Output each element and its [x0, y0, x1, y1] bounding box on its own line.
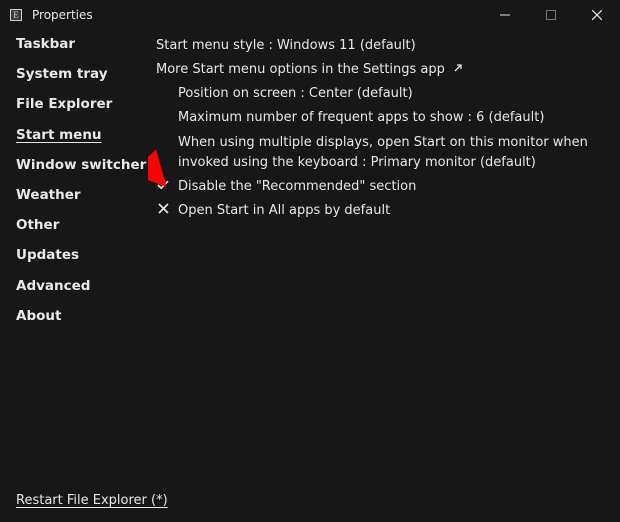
main-area: Taskbar System tray File Explorer Start …	[0, 30, 620, 493]
sidebar-item-label: Updates	[16, 247, 79, 263]
setting-multi-display[interactable]: When using multiple displays, open Start…	[156, 133, 604, 173]
close-button[interactable]	[574, 0, 620, 30]
setting-label: More Start menu options in the Settings …	[156, 60, 604, 80]
link-text: More Start menu options in the Settings …	[156, 62, 445, 77]
sidebar-item-advanced[interactable]: Advanced	[16, 278, 148, 294]
sidebar-item-window-switcher[interactable]: Window switcher	[16, 157, 148, 173]
app-icon: E	[8, 7, 24, 23]
sidebar-item-taskbar[interactable]: Taskbar	[16, 36, 148, 52]
setting-max-frequent[interactable]: Maximum number of frequent apps to show …	[156, 108, 604, 128]
sidebar-item-updates[interactable]: Updates	[16, 247, 148, 263]
sidebar: Taskbar System tray File Explorer Start …	[0, 30, 148, 493]
maximize-button[interactable]	[528, 0, 574, 30]
sidebar-item-start-menu[interactable]: Start menu	[16, 127, 148, 143]
window-title: Properties	[32, 8, 93, 22]
sidebar-item-system-tray[interactable]: System tray	[16, 66, 148, 82]
setting-label: Disable the "Recommended" section	[178, 177, 604, 197]
sidebar-item-label: System tray	[16, 66, 108, 82]
setting-start-menu-style[interactable]: Start menu style : Windows 11 (default)	[156, 36, 604, 56]
sidebar-item-file-explorer[interactable]: File Explorer	[16, 96, 148, 112]
titlebar: E Properties	[0, 0, 620, 30]
external-link-icon	[453, 62, 463, 77]
setting-label: Start menu style : Windows 11 (default)	[156, 36, 604, 56]
restart-file-explorer-link[interactable]: Restart File Explorer (*)	[16, 493, 168, 508]
setting-label: Position on screen : Center (default)	[178, 84, 604, 104]
footer: Restart File Explorer (*)	[0, 493, 620, 522]
setting-label: Maximum number of frequent apps to show …	[178, 108, 604, 128]
sidebar-item-label: About	[16, 308, 61, 324]
svg-text:E: E	[13, 10, 19, 20]
sidebar-item-label: Weather	[16, 187, 81, 203]
sidebar-item-label: Window switcher	[16, 157, 146, 173]
sidebar-item-label: Start menu	[16, 127, 102, 143]
content-pane: Start menu style : Windows 11 (default) …	[148, 30, 620, 493]
sidebar-item-weather[interactable]: Weather	[16, 187, 148, 203]
sidebar-item-other[interactable]: Other	[16, 217, 148, 233]
sidebar-item-label: Taskbar	[16, 36, 75, 52]
check-icon	[156, 179, 170, 191]
toggle-open-all-apps[interactable]: Open Start in All apps by default	[156, 201, 604, 221]
toggle-disable-recommended[interactable]: Disable the "Recommended" section	[156, 177, 604, 197]
sidebar-item-about[interactable]: About	[16, 308, 148, 324]
setting-label: When using multiple displays, open Start…	[178, 133, 604, 173]
setting-label: Open Start in All apps by default	[178, 201, 604, 221]
x-icon	[156, 203, 170, 214]
sidebar-item-label: Advanced	[16, 278, 90, 294]
sidebar-item-label: File Explorer	[16, 96, 112, 112]
minimize-button[interactable]	[482, 0, 528, 30]
setting-position-on-screen[interactable]: Position on screen : Center (default)	[156, 84, 604, 104]
link-more-options[interactable]: More Start menu options in the Settings …	[156, 60, 604, 80]
sidebar-item-label: Other	[16, 217, 59, 233]
